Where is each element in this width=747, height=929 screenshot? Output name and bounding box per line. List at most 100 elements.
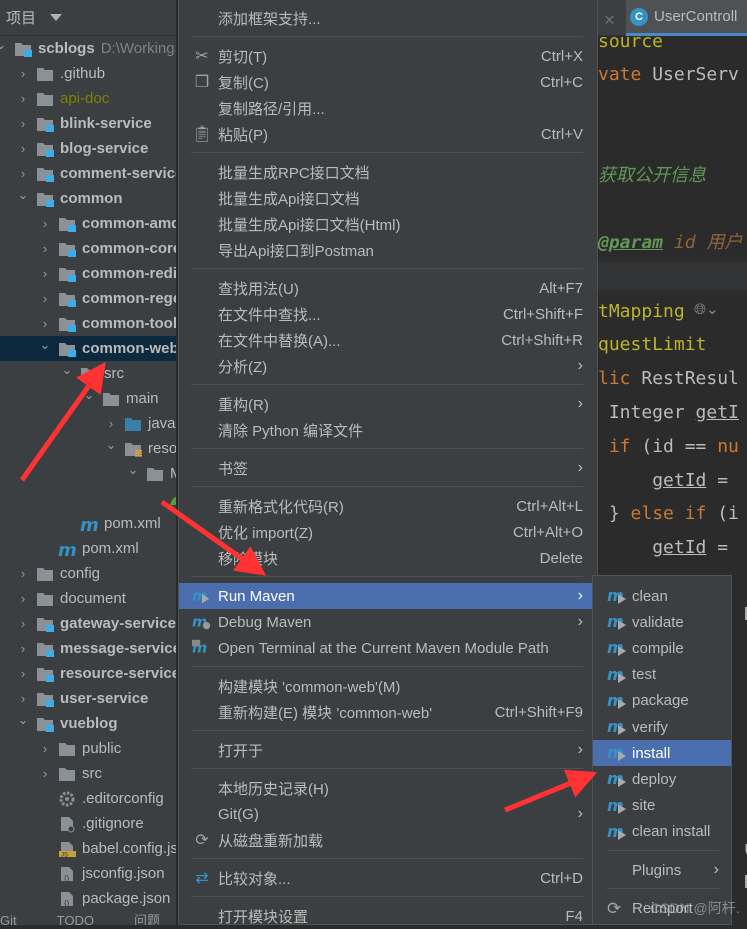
chevron-down-icon[interactable]: ⌄ [127,462,139,478]
tree-item[interactable]: ⌄ vueblog [0,711,176,736]
tree-item[interactable]: .editorconfig [0,786,176,811]
menu-item-item[interactable]: 移除模块 Delete [179,545,597,571]
menu-item-r[interactable]: 重新格式化代码(R) Ctrl+Alt+L [179,493,597,519]
chevron-right-icon[interactable]: › [39,741,51,756]
tree-item[interactable]: › message-service [0,636,176,661]
menu-item-item[interactable]: 书签 › [179,455,597,481]
menu-item-c[interactable]: ❐ 复制(C) Ctrl+C [179,69,597,95]
tree-item[interactable] [0,486,176,511]
menu-item-run-maven[interactable]: m Run Maven › [179,583,597,609]
chevron-down-icon[interactable]: ⌄ [83,387,95,403]
globe-icon[interactable]: 🌐︎⌄ [694,300,719,318]
maven-goal-verify[interactable]: m verify [593,714,731,740]
menu-item-e-common-web[interactable]: 重新构建(E) 模块 'common-web' Ctrl+Shift+F9 [179,699,597,725]
maven-goal-clean[interactable]: m clean [593,583,731,609]
tree-item[interactable]: ⌄ META-INF [0,461,176,486]
menu-item-item[interactable]: ⇄ 比较对象... Ctrl+D [179,865,597,891]
tree-item[interactable]: ⌄ scblogsD:\WorkingSp [0,36,176,61]
tree-item[interactable]: .gitignore [0,811,176,836]
menu-item-h[interactable]: 本地历史记录(H) › [179,775,597,801]
tree-item[interactable]: {} jsconfig.json [0,861,176,886]
chevron-down-icon[interactable] [50,14,63,21]
chevron-right-icon[interactable]: › [39,266,51,281]
menu-item-api-postman[interactable]: 导出Api接口到Postman [179,237,597,263]
tree-item[interactable]: › resource-service [0,661,176,686]
tree-item[interactable]: › config [0,561,176,586]
project-panel-header[interactable]: 项目 [0,0,176,36]
menu-item-item[interactable]: 复制路径/引用... [179,95,597,121]
chevron-down-icon[interactable]: ⌄ [105,437,117,453]
maven-goal-test[interactable]: m test [593,662,731,688]
tree-item[interactable]: JS babel.config.js [0,836,176,861]
chevron-right-icon[interactable]: › [17,166,29,181]
tree-item[interactable]: › common-redis [0,261,176,286]
chevron-down-icon[interactable]: ⌄ [17,187,29,203]
chevron-right-icon[interactable]: › [17,141,29,156]
chevron-right-icon[interactable]: › [17,591,29,606]
maven-goal-install[interactable]: m install [593,740,731,767]
menu-item-a[interactable]: 在文件中替换(A)... Ctrl+Shift+R [179,327,597,353]
menu-item-u[interactable]: 查找用法(U) Alt+F7 [179,275,597,301]
menu-item-common-web-m[interactable]: 构建模块 'common-web'(M) [179,673,597,699]
maven-goal-package[interactable]: m package [593,688,731,714]
tree-item[interactable]: ⌄ src [0,361,176,386]
tree-item[interactable]: › common-regex [0,286,176,311]
chevron-right-icon[interactable]: › [105,416,117,431]
maven-goal-compile[interactable]: m compile [593,635,731,661]
tree-item[interactable]: › java [0,411,176,436]
tree-item[interactable]: ⌄ common [0,186,176,211]
menu-item-t[interactable]: ✂ 剪切(T) Ctrl+X [179,43,597,69]
tree-item[interactable]: {} package.json [0,886,176,911]
chevron-right-icon[interactable]: › [39,216,51,231]
menu-item-rpc[interactable]: 批量生成RPC接口文档 [179,159,597,185]
menu-item-item[interactable]: 打开于 › [179,737,597,763]
maven-goal-site[interactable]: m site [593,793,731,819]
chevron-down-icon[interactable]: ⌄ [61,362,73,378]
menu-item-item[interactable]: 在文件中查找... Ctrl+Shift+F [179,301,597,327]
menu-item-item[interactable]: ⟳ 从磁盘重新加载 [179,827,597,853]
tree-item[interactable]: › blink-service [0,111,176,136]
tree-item[interactable]: › comment-service [0,161,176,186]
tree-item[interactable]: › common-core [0,236,176,261]
chevron-right-icon[interactable]: › [39,291,51,306]
chevron-right-icon[interactable]: › [17,66,29,81]
menu-item-api-html[interactable]: 批量生成Api接口文档(Html) [179,211,597,237]
tree-item[interactable]: ⌄ resources [0,436,176,461]
menu-item-item[interactable]: 打开模块设置 F4 [179,903,597,929]
tree-item[interactable]: › api-doc [0,86,176,111]
menu-item-open-terminal-at-the-current-maven-module-path[interactable]: m Open Terminal at the Current Maven Modu… [179,635,597,661]
maven-goal-plugins[interactable]: Plugins › [593,857,731,883]
tool-tab-todo[interactable]: TODO [57,911,94,925]
menu-item-import-z[interactable]: 优化 import(Z) Ctrl+Alt+O [179,519,597,545]
chevron-right-icon[interactable]: › [17,666,29,681]
tree-item[interactable]: › gateway-service [0,611,176,636]
tree-item[interactable]: m pom.xml [0,511,176,536]
menu-item-api[interactable]: 批量生成Api接口文档 [179,185,597,211]
menu-item-p[interactable]: 📋︎ 粘贴(P) Ctrl+V [179,121,597,147]
menu-item-git-g[interactable]: Git(G) › [179,801,597,827]
tree-item[interactable]: › .github [0,61,176,86]
tree-item[interactable]: › public [0,736,176,761]
chevron-right-icon[interactable]: › [39,241,51,256]
chevron-down-icon[interactable]: ⌄ [0,37,7,53]
tree-item[interactable]: ⌄ common-web [0,336,176,361]
tree-item[interactable]: › common-amqp [0,211,176,236]
tree-item[interactable]: › blog-service [0,136,176,161]
chevron-right-icon[interactable]: › [39,316,51,331]
tree-item[interactable]: › src [0,761,176,786]
chevron-right-icon[interactable]: › [17,566,29,581]
menu-item-item[interactable]: 添加框架支持... [179,5,597,31]
chevron-right-icon[interactable]: › [17,616,29,631]
maven-goal-validate[interactable]: m validate [593,609,731,635]
tree-item[interactable]: › common-tool [0,311,176,336]
chevron-right-icon[interactable]: › [17,91,29,106]
close-tab-icon[interactable]: ✕ [604,9,615,30]
chevron-right-icon[interactable]: › [17,116,29,131]
maven-goal-clean-install[interactable]: m clean install [593,819,731,845]
chevron-down-icon[interactable]: ⌄ [17,712,29,728]
menu-item-debug-maven[interactable]: m Debug Maven › [179,609,597,635]
menu-item-z[interactable]: 分析(Z) › [179,353,597,379]
maven-goal-deploy[interactable]: m deploy [593,766,731,792]
chevron-right-icon[interactable]: › [17,691,29,706]
menu-item-python[interactable]: 清除 Python 编译文件 [179,417,597,443]
